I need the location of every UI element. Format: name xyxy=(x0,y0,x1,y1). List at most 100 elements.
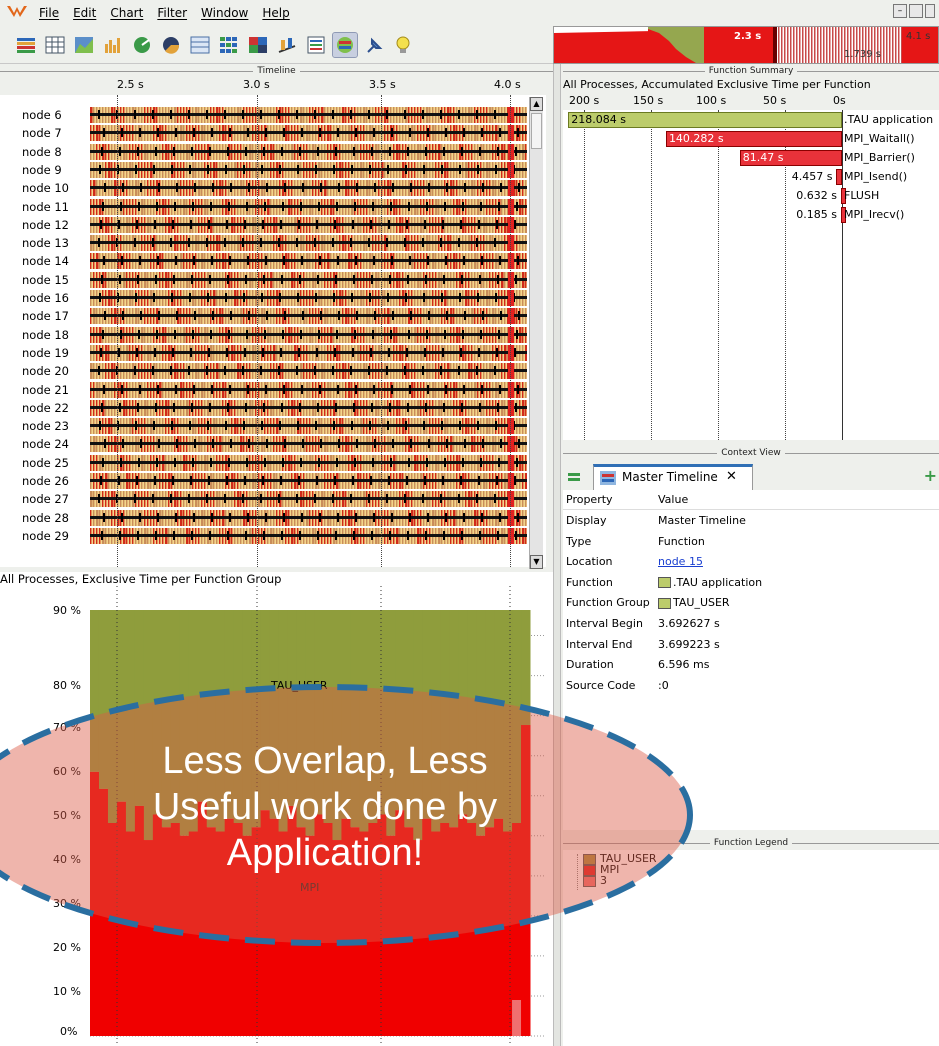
fs-function-name[interactable]: FLUSH xyxy=(844,188,879,204)
pie-chart-icon[interactable] xyxy=(159,33,183,57)
timeline-scrollbar[interactable]: ▲ ▼ xyxy=(529,97,543,569)
overview-stripe xyxy=(820,27,822,63)
histogram-icon[interactable] xyxy=(101,33,125,57)
function-summary-axis: 200 s 150 s 100 s 50 s 0s xyxy=(563,94,939,108)
overview-stripe xyxy=(841,27,843,63)
fs-function-name[interactable]: MPI_Waitall() xyxy=(844,131,915,147)
function-legend: TAU_USER MPI 3 xyxy=(563,850,939,1046)
fs-bar[interactable] xyxy=(836,169,842,185)
scroll-up-icon[interactable]: ▲ xyxy=(530,97,543,111)
node-timeline-row[interactable] xyxy=(90,216,527,233)
node-timeline-row[interactable] xyxy=(90,509,527,526)
fs-function-name[interactable]: MPI_Isend() xyxy=(844,169,907,185)
node-timeline-row[interactable] xyxy=(90,399,527,416)
overview-stripe xyxy=(811,27,813,63)
fs-function-name[interactable]: MPI_Irecv() xyxy=(844,207,904,223)
stacked-bars-icon[interactable] xyxy=(14,33,38,57)
vertical-splitter[interactable] xyxy=(553,64,561,1046)
menu-help[interactable]: Help xyxy=(255,0,296,26)
node-timeline-row[interactable] xyxy=(90,290,527,306)
node-timeline-row[interactable] xyxy=(90,235,527,252)
property-key: Type xyxy=(566,534,592,548)
menu-file[interactable]: File xyxy=(32,0,66,26)
header-property: Property xyxy=(566,493,613,506)
node-timeline-row[interactable] xyxy=(90,107,527,123)
scroll-thumb[interactable] xyxy=(531,113,542,149)
node-timeline-row[interactable] xyxy=(90,473,527,489)
node-timeline-row[interactable] xyxy=(90,125,527,142)
menu-filter[interactable]: Filter xyxy=(150,0,194,26)
overview-stripe xyxy=(784,27,786,63)
node-timeline-row[interactable] xyxy=(90,180,527,197)
overview-stripe xyxy=(889,27,891,63)
tab-master-timeline[interactable]: Master Timeline ✕ xyxy=(593,464,753,490)
node-timeline-row[interactable] xyxy=(90,253,527,270)
view-menu-icon[interactable] xyxy=(568,472,584,484)
tau-user-bar xyxy=(521,610,531,726)
node-timeline-row[interactable] xyxy=(90,527,527,544)
pin-icon[interactable] xyxy=(362,33,386,57)
menu-chart[interactable]: Chart xyxy=(103,0,150,26)
node-label: node 11 xyxy=(22,199,69,214)
node-label: node 23 xyxy=(22,419,69,434)
fs-value: 0.185 s xyxy=(796,208,837,221)
add-view-icon[interactable]: + xyxy=(924,466,937,485)
node-timeline-row[interactable] xyxy=(90,308,527,325)
node-timeline-row[interactable] xyxy=(90,363,527,380)
scroll-down-icon[interactable]: ▼ xyxy=(530,555,543,569)
legend-item[interactable]: 3 xyxy=(583,875,607,887)
area-chart-icon[interactable] xyxy=(72,33,96,57)
property-value[interactable]: node 15 xyxy=(658,552,703,572)
overview-stripe xyxy=(886,27,888,63)
heatmap-icon[interactable] xyxy=(217,33,241,57)
node-timeline-row[interactable] xyxy=(90,143,527,160)
overview-stripe xyxy=(898,27,900,63)
table-icon[interactable] xyxy=(188,33,212,57)
node-timeline-row[interactable] xyxy=(90,161,527,178)
3d-bars-icon[interactable] xyxy=(275,33,299,57)
menu-edit[interactable]: Edit xyxy=(66,0,103,26)
node-timeline-row[interactable] xyxy=(90,436,527,453)
annotation-line: Less Overlap, Less xyxy=(162,740,488,782)
time-gridline xyxy=(117,95,118,567)
node-timeline-row[interactable] xyxy=(90,381,527,398)
node-label: node 29 xyxy=(22,528,69,543)
node-label: node 25 xyxy=(22,455,69,470)
annotation-line: Useful work done by xyxy=(152,786,498,828)
lightbulb-icon[interactable] xyxy=(391,33,415,57)
property-value: .TAU application xyxy=(673,575,763,589)
node-timeline-row[interactable] xyxy=(90,271,527,288)
node-timeline-row[interactable] xyxy=(90,418,527,435)
node-timeline-row[interactable] xyxy=(90,491,527,508)
series-label-tau: TAU_USER xyxy=(271,679,328,692)
color-matrix-icon[interactable] xyxy=(246,33,270,57)
timeline-icon[interactable] xyxy=(332,31,358,58)
function-summary-chart[interactable]: 218.084 s .TAU application 140.282 s MPI_Wa… xyxy=(563,110,939,440)
timeline-tab-icon xyxy=(600,471,616,485)
maximize-icon[interactable] xyxy=(909,4,923,18)
grid-chart-icon[interactable] xyxy=(43,33,67,57)
fs-axis-tick: 200 s xyxy=(569,94,600,107)
node-timeline-row[interactable] xyxy=(90,198,527,215)
property-table: Property Value Display Master Timeline Typ… xyxy=(563,490,939,830)
timeline-overview[interactable]: 2.3 s 1.739 s 4.1 s xyxy=(553,26,939,64)
node-timeline-row[interactable] xyxy=(90,344,527,361)
node-timeline-row[interactable] xyxy=(90,326,527,343)
list-icon[interactable] xyxy=(304,33,328,57)
menu-window[interactable]: Window xyxy=(194,0,255,26)
fs-function-name[interactable]: .TAU application xyxy=(844,112,933,128)
time-gridline xyxy=(381,95,382,567)
property-value: 3.699223 s xyxy=(658,637,720,651)
timeline-tick: 4.0 s xyxy=(494,78,521,91)
minimize-icon[interactable]: – xyxy=(893,4,907,18)
property-row: Source Code:0 xyxy=(563,676,939,696)
fs-gridline xyxy=(584,110,585,440)
property-key: Interval Begin xyxy=(566,617,643,630)
fs-function-name[interactable]: MPI_Barrier() xyxy=(844,150,915,166)
context-view-frame-title: Context View xyxy=(563,448,939,458)
close-tab-icon[interactable]: ✕ xyxy=(726,469,737,484)
radar-icon[interactable] xyxy=(130,33,154,57)
timeline-canvas[interactable]: node 6 node 7 node 8 node 9 node 10 node 11 no… xyxy=(0,95,546,567)
node-timeline-row[interactable] xyxy=(90,454,527,471)
close-icon[interactable] xyxy=(925,4,935,18)
